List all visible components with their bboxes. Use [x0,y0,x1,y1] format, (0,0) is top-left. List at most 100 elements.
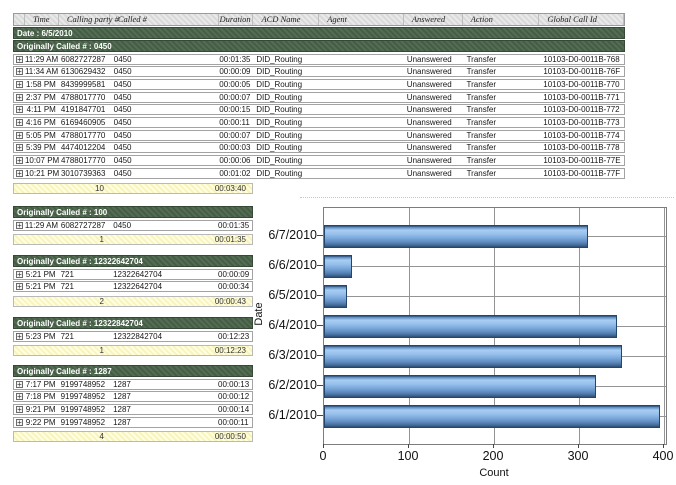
x-axis-title: Count [323,467,665,479]
called-cell: 0450 [109,221,218,230]
time-cell: 5:23 PM [25,332,59,341]
expand-cell: + [14,67,25,76]
acd-cell: DID_Routing [253,143,319,152]
called-cell: 1287 [109,405,218,414]
action-cell: Transfer [463,55,540,64]
calling-cell: 3010739363 [59,169,110,178]
expand-plus-icon[interactable]: + [16,222,23,229]
duration-cell: 00:00:14 [218,405,252,414]
column-header-answered: Answered [404,14,463,25]
summary-total-duration: 00:00:50 [110,432,250,441]
table-row: +4:11 PM4191847701045000:00:15DID_Routin… [13,104,625,115]
calling-cell: 4788017770 [59,93,110,102]
group-summary-row: 200:00:43 [13,296,253,307]
y-tick-label: 6/1/2010 [251,408,317,422]
time-cell: 9:22 PM [25,418,59,427]
answered-cell: Unanswered [404,67,463,76]
expand-plus-icon[interactable]: + [16,271,23,278]
column-header-duration: Duration [219,14,253,25]
time-cell: 2:37 PM [25,93,59,102]
column-header-agent: Agent [319,14,404,25]
expand-plus-icon[interactable]: + [16,56,23,63]
x-tick-label: 200 [473,449,513,463]
action-cell: Transfer [463,67,540,76]
summary-count: 2 [14,297,110,306]
agent-cell [319,131,404,140]
call-report-page: TimeCalling party #Called #DurationACD N… [0,0,676,485]
chart-bar [324,255,352,278]
expand-plus-icon[interactable]: + [16,132,23,139]
expand-plus-icon[interactable]: + [16,119,23,126]
expand-plus-icon[interactable]: + [16,94,23,101]
action-cell: Transfer [463,156,540,165]
calling-cell: 721 [59,332,110,341]
expand-cell: + [14,169,25,178]
duration-cell: 00:01:02 [219,169,253,178]
expand-plus-icon[interactable]: + [16,381,23,388]
calling-cell: 4474012204 [59,143,110,152]
global-cell: 10103-D0-0011B-778 [539,143,624,152]
expand-plus-icon[interactable]: + [16,419,23,426]
x-axis-tick [493,444,494,448]
acd-cell: DID_Routing [253,169,319,178]
expand-plus-icon[interactable]: + [16,406,23,413]
duration-cell: 00:01:35 [219,55,253,64]
expand-plus-icon[interactable]: + [16,393,23,400]
calling-cell: 9199748952 [59,418,110,427]
called-cell: 0450 [110,118,220,127]
expand-plus-icon[interactable]: + [16,81,23,88]
table-row: +2:37 PM4788017770045000:00:07DID_Routin… [13,92,625,103]
called-cell: 0450 [110,156,220,165]
time-cell: 11:34 AM [25,67,59,76]
expand-plus-icon[interactable]: + [16,68,23,75]
global-cell: 10103-D0-0011B-77F [539,169,624,178]
table-row: +7:17 PM9199748952128700:00:13 [13,379,253,390]
time-cell: 5:21 PM [25,282,59,291]
duration-cell: 00:00:05 [219,80,253,89]
column-header-time: Time [25,14,59,25]
duration-cell: 00:00:11 [219,118,253,127]
answered-cell: Unanswered [404,143,463,152]
answered-cell: Unanswered [404,55,463,64]
group-header-label: Originally Called # : 12322642704 [17,257,143,266]
x-tick-label: 0 [303,449,343,463]
y-axis-tick [317,235,323,236]
called-cell: 0450 [110,55,220,64]
group-header: Originally Called # : 0450 [13,40,625,52]
calling-cell: 9199748952 [59,380,110,389]
global-cell: 10103-D0-0011B-772 [539,105,624,114]
group-header: Originally Called # : 12322642704 [13,255,253,267]
group-header: Originally Called # : 1287 [13,365,253,377]
x-tick-label: 300 [558,449,598,463]
expand-plus-icon[interactable]: + [16,144,23,151]
expand-plus-icon[interactable]: + [16,106,23,113]
table-row: +5:05 PM4788017770045000:00:07DID_Routin… [13,130,625,141]
table-row: +9:22 PM9199748952128700:00:11 [13,417,253,428]
acd-cell: DID_Routing [253,80,319,89]
expand-cell: + [14,282,25,291]
group-header-label: Originally Called # : 12322842704 [17,319,143,328]
table-row: +5:21 PM7211232264270400:00:34 [13,281,253,292]
action-cell: Transfer [463,105,540,114]
agent-cell [319,169,404,178]
expand-plus-icon[interactable]: + [16,170,23,177]
expand-plus-icon[interactable]: + [16,283,23,290]
answered-cell: Unanswered [404,105,463,114]
expand-cell: + [14,405,25,414]
acd-cell: DID_Routing [253,55,319,64]
x-axis-tick [323,444,324,448]
time-cell: 11:29 AM [25,55,59,64]
y-axis-tick [317,325,323,326]
summary-count: 1 [14,235,110,244]
acd-cell: DID_Routing [253,93,319,102]
time-cell: 5:05 PM [25,131,59,140]
duration-cell: 00:00:07 [219,93,253,102]
agent-cell [319,67,404,76]
called-cell: 12322642704 [109,270,218,279]
expand-plus-icon[interactable]: + [16,157,23,164]
expand-cell: + [14,418,25,427]
expand-plus-icon[interactable]: + [16,333,23,340]
calling-cell: 6169460905 [59,118,110,127]
group-header-label: Originally Called # : 1287 [17,367,112,376]
called-cell: 1287 [109,380,218,389]
